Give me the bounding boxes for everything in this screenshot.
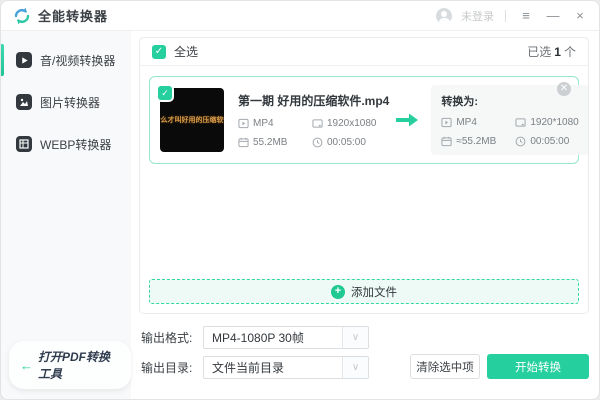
selected-count-value: 1 — [554, 45, 561, 59]
plus-icon: + — [331, 284, 345, 299]
footer-bar: 输出格式: MP4-1080P 30帧 ∨ 输出目录: 文件当前目录 ∨ 清除选… — [139, 314, 589, 399]
selected-count: 已选 1 个 — [527, 43, 576, 60]
sidebar-item-audio-video-converter[interactable]: 音/视频转换器 — [1, 39, 131, 81]
file-checkbox[interactable]: ✓ — [158, 86, 172, 100]
output-format-value: MP4-1080P 30帧 — [212, 331, 304, 345]
output-format-select[interactable]: MP4-1080P 30帧 ∨ — [203, 326, 369, 349]
sidebar-item-webp-converter[interactable]: WEBP转换器 — [1, 123, 131, 165]
list-header: ✓ 全选 已选 1 个 — [140, 38, 588, 66]
file-list-panel: ✓ 全选 已选1个 什么才叫好用的压缩软件 ✓ 第一期 好用的压缩软件.mp4 — [139, 37, 589, 314]
titlebar-divider — [505, 9, 506, 22]
output-format-label: 输出格式: — [141, 331, 193, 345]
remove-file-icon[interactable]: ✕ — [557, 82, 571, 96]
active-accent-bar — [1, 44, 4, 76]
pdf-tool-label: 打开PDF转换工具 — [38, 350, 111, 381]
selected-prefix: 已选 — [527, 45, 552, 59]
clock-icon — [515, 136, 526, 147]
audio-video-icon — [16, 52, 32, 68]
login-status[interactable]: 未登录 — [461, 8, 494, 24]
source-format: MP4 — [238, 118, 304, 129]
clear-selected-button[interactable]: 清除选中项 — [410, 354, 480, 379]
format-icon — [441, 117, 452, 128]
minimize-icon[interactable]: — — [544, 7, 562, 25]
sidebar-item-label: WEBP转换器 — [40, 137, 112, 152]
sidebar-item-label: 音/视频转换器 — [40, 53, 116, 68]
select-all-checkbox[interactable]: ✓ — [152, 44, 166, 59]
app-logo-icon — [14, 7, 30, 24]
resolution-icon — [515, 118, 526, 127]
output-directory-label: 输出目录: — [141, 361, 193, 375]
selected-suffix: 个 — [563, 45, 576, 59]
target-resolution: 1920*1080 — [515, 117, 579, 128]
titlebar: 全能转换器 未登录 ≡ — × — [1, 1, 599, 31]
chevron-down-icon: ∨ — [342, 357, 368, 378]
resolution-icon — [312, 119, 323, 128]
open-pdf-tool-button[interactable]: ← 打开PDF转换工具 — [9, 341, 131, 389]
menu-icon[interactable]: ≡ — [517, 7, 535, 25]
format-icon — [238, 118, 249, 129]
main-area: ✓ 全选 已选1个 什么才叫好用的压缩软件 ✓ 第一期 好用的压缩软件.mp4 — [131, 31, 599, 399]
add-file-label: 添加文件 — [351, 286, 397, 299]
chevron-down-icon: ∨ — [342, 327, 368, 348]
source-size: 55.2MB — [238, 137, 304, 148]
webp-icon — [16, 136, 32, 152]
user-avatar[interactable] — [436, 7, 452, 24]
source-resolution: 1920x1080 — [312, 118, 389, 129]
app-title: 全能转换器 — [38, 9, 109, 24]
clock-icon — [312, 137, 323, 148]
file-name: 第一期 好用的压缩软件.mp4 — [238, 94, 390, 108]
target-duration: 00:05:00 — [515, 136, 578, 147]
sidebar-item-image-converter[interactable]: 图片转换器 — [1, 81, 131, 123]
add-file-button[interactable]: + 添加文件 — [149, 279, 579, 304]
sidebar-item-label: 图片转换器 — [40, 95, 101, 110]
target-format: MP4 — [441, 117, 507, 128]
select-all-label: 全选 — [174, 45, 199, 59]
output-directory-value: 文件当前目录 — [212, 361, 285, 375]
convert-arrow-icon — [396, 113, 419, 127]
source-file-info: 第一期 好用的压缩软件.mp4 MP4 1920x1080 55.2MB 00:… — [238, 92, 389, 148]
sidebar: 音/视频转换器 图片转换器 WEBP转换器 ← 打开PDF转换工具 — [1, 31, 131, 399]
close-icon[interactable]: × — [571, 7, 589, 25]
target-size: ≈55.2MB — [441, 136, 507, 147]
source-duration: 00:05:00 — [312, 137, 389, 148]
thumbnail-wrap: 什么才叫好用的压缩软件 ✓ — [158, 86, 224, 152]
size-icon — [441, 136, 452, 147]
target-label: 转换为: — [441, 96, 479, 108]
size-icon — [238, 137, 249, 148]
file-row: 什么才叫好用的压缩软件 ✓ 第一期 好用的压缩软件.mp4 MP4 — [149, 76, 588, 164]
app-window: 全能转换器 未登录 ≡ — × 音/视频转换器 图片转换器 WEBP转换器 ← … — [0, 0, 600, 400]
thumbnail-caption: 什么才叫好用的压缩软件 — [160, 117, 224, 124]
left-arrow-icon: ← — [20, 357, 33, 373]
output-directory-select[interactable]: 文件当前目录 ∨ — [203, 356, 369, 379]
start-convert-button[interactable]: 开始转换 — [487, 354, 589, 379]
image-icon — [16, 94, 32, 110]
